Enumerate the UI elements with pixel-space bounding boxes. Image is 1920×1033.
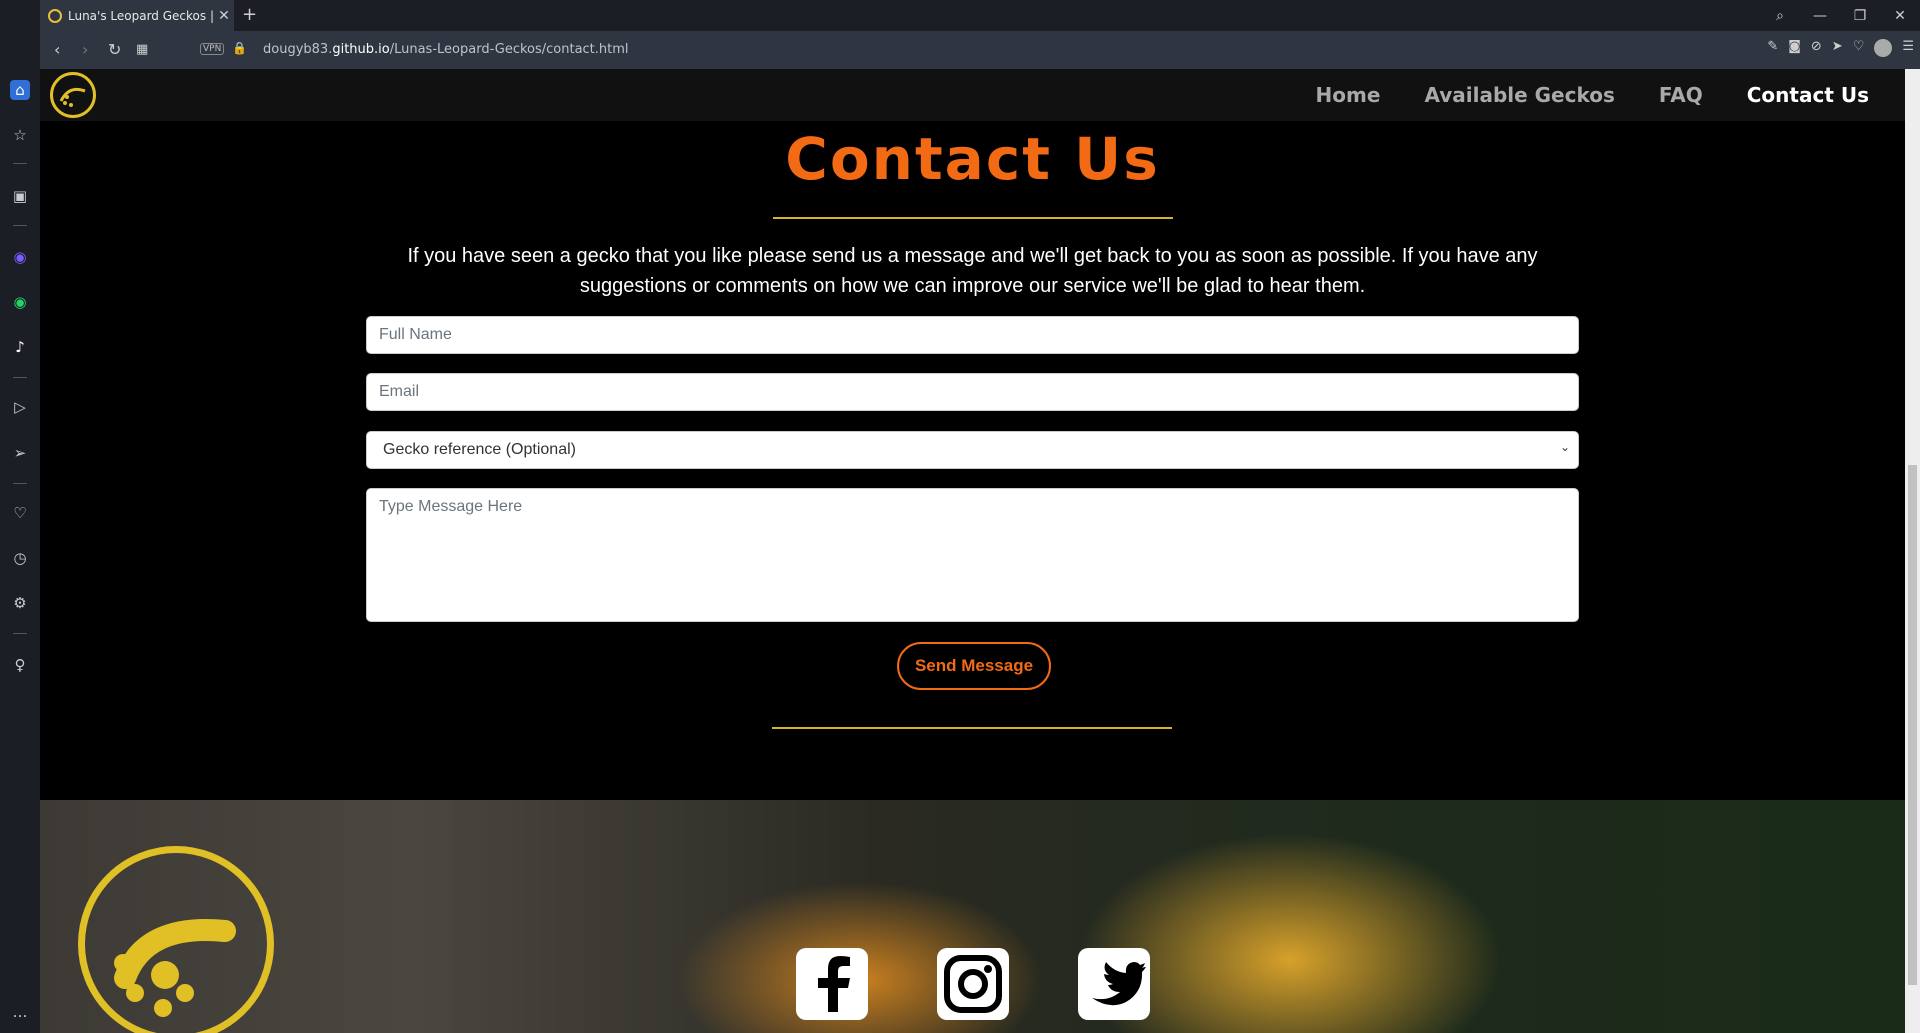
bookmarks-icon[interactable]: ☆ xyxy=(10,125,30,145)
address-bar-row: ‹ › ↻ ▦ VPN 🔒 dougyb83.github.io/Lunas-L… xyxy=(40,31,1920,69)
heart-icon[interactable]: ♡ xyxy=(10,503,30,523)
nav-links: Home Available Geckos FAQ Contact Us xyxy=(1316,69,1869,121)
lock-icon[interactable]: 🔒 xyxy=(232,41,247,55)
nav-available-geckos[interactable]: Available Geckos xyxy=(1424,83,1614,107)
browser-sidebar: O ⌂ ☆ ▣ ◉ ◉ ♪ ▷ ➢ ♡ ◷ ⚙ ♀ … xyxy=(0,0,40,1033)
heart-outline-icon[interactable]: ♡ xyxy=(1853,39,1865,57)
facebook-icon[interactable] xyxy=(796,948,868,1020)
home-icon[interactable]: ⌂ xyxy=(10,80,30,100)
settings-gear-icon[interactable]: ⚙ xyxy=(10,593,30,613)
footer-gecko-logo-icon xyxy=(78,846,274,1033)
easy-setup-icon[interactable]: ☰ xyxy=(1902,39,1914,57)
nav-faq[interactable]: FAQ xyxy=(1659,83,1703,107)
more-dots-icon[interactable]: … xyxy=(10,1002,30,1022)
form-divider xyxy=(772,727,1172,729)
sidebar-divider xyxy=(13,225,27,226)
email-input[interactable]: Email xyxy=(366,373,1579,411)
url-field[interactable]: dougyb83.github.io/Lunas-Leopard-Geckos/… xyxy=(263,42,629,57)
web-page: Home Available Geckos FAQ Contact Us Con… xyxy=(40,69,1905,1033)
site-favicon-icon xyxy=(48,8,62,23)
url-host: github.io xyxy=(332,42,390,57)
nav-home[interactable]: Home xyxy=(1316,83,1381,107)
restore-icon[interactable]: ❐ xyxy=(1840,8,1880,24)
title-divider xyxy=(773,217,1173,219)
scrollbar-thumb[interactable] xyxy=(1908,465,1917,985)
adblock-icon[interactable]: ⊘ xyxy=(1811,39,1822,57)
window-controls: ⌕ — ❐ ✕ xyxy=(1760,0,1920,31)
full-name-input[interactable]: Full Name xyxy=(366,316,1579,354)
tab-grid-icon[interactable]: ▦ xyxy=(136,42,148,57)
tab-close-icon[interactable]: ✕ xyxy=(214,8,234,24)
sidebar-divider xyxy=(13,163,27,164)
messenger-icon[interactable]: ◉ xyxy=(10,247,30,267)
address-bar-tools: ✎ ◙ ⊘ ➤ ♡ ☰ xyxy=(1767,39,1914,57)
tab-title: Luna's Leopard Geckos | Co xyxy=(68,8,214,23)
player-icon[interactable]: ▷ xyxy=(10,397,30,417)
site-navbar: Home Available Geckos FAQ Contact Us xyxy=(40,69,1905,121)
gecko-logo-icon[interactable] xyxy=(50,72,96,118)
new-tab-icon[interactable]: + xyxy=(242,4,257,25)
minimize-icon[interactable]: — xyxy=(1800,8,1840,24)
message-textarea[interactable]: Type Message Here xyxy=(366,488,1579,622)
page-title: Contact Us xyxy=(785,125,1160,193)
search-tabs-icon[interactable]: ⌕ xyxy=(1760,8,1800,24)
edit-icon[interactable]: ✎ xyxy=(1767,39,1778,57)
instagram-icon[interactable] xyxy=(937,948,1009,1020)
chevron-down-icon: ⌄ xyxy=(1559,440,1570,454)
tab-bar: Luna's Leopard Geckos | Co ✕ + ⌕ — ❐ ✕ xyxy=(0,0,1920,31)
sidebar-divider xyxy=(13,633,27,634)
sidebar-divider xyxy=(13,483,27,484)
reload-icon[interactable]: ↻ xyxy=(108,40,121,59)
gecko-reference-select[interactable]: Gecko reference (Optional) ⌄ xyxy=(366,431,1579,469)
camera-icon[interactable]: ◙ xyxy=(1788,39,1801,57)
send-message-button[interactable]: Send Message xyxy=(897,642,1051,690)
tips-lightbulb-icon[interactable]: ♀ xyxy=(10,655,30,675)
forward-icon[interactable]: › xyxy=(82,40,88,59)
history-icon[interactable]: ◷ xyxy=(10,548,30,568)
nav-contact-us[interactable]: Contact Us xyxy=(1747,83,1869,107)
browser-tab[interactable]: Luna's Leopard Geckos | Co ✕ xyxy=(40,0,234,31)
gecko-select-value: Gecko reference (Optional) xyxy=(383,441,576,458)
flow-icon[interactable]: ➢ xyxy=(10,443,30,463)
footer xyxy=(40,800,1905,1033)
workspaces-icon[interactable]: ▣ xyxy=(10,186,30,206)
url-prefix: dougyb83. xyxy=(263,42,333,57)
profile-avatar-icon[interactable] xyxy=(1874,39,1893,57)
url-path: /Lunas-Leopard-Geckos/contact.html xyxy=(389,42,629,57)
send-icon[interactable]: ➤ xyxy=(1832,39,1843,57)
twitter-icon[interactable] xyxy=(1078,948,1150,1020)
sidebar-divider xyxy=(13,377,27,378)
vpn-badge[interactable]: VPN xyxy=(200,43,225,55)
close-window-icon[interactable]: ✕ xyxy=(1880,8,1920,24)
tiktok-icon[interactable]: ♪ xyxy=(10,337,30,357)
back-icon[interactable]: ‹ xyxy=(54,40,60,59)
intro-text: If you have seen a gecko that you like p… xyxy=(407,245,1538,297)
page-scrollbar[interactable] xyxy=(1905,69,1920,1033)
whatsapp-icon[interactable]: ◉ xyxy=(10,292,30,312)
